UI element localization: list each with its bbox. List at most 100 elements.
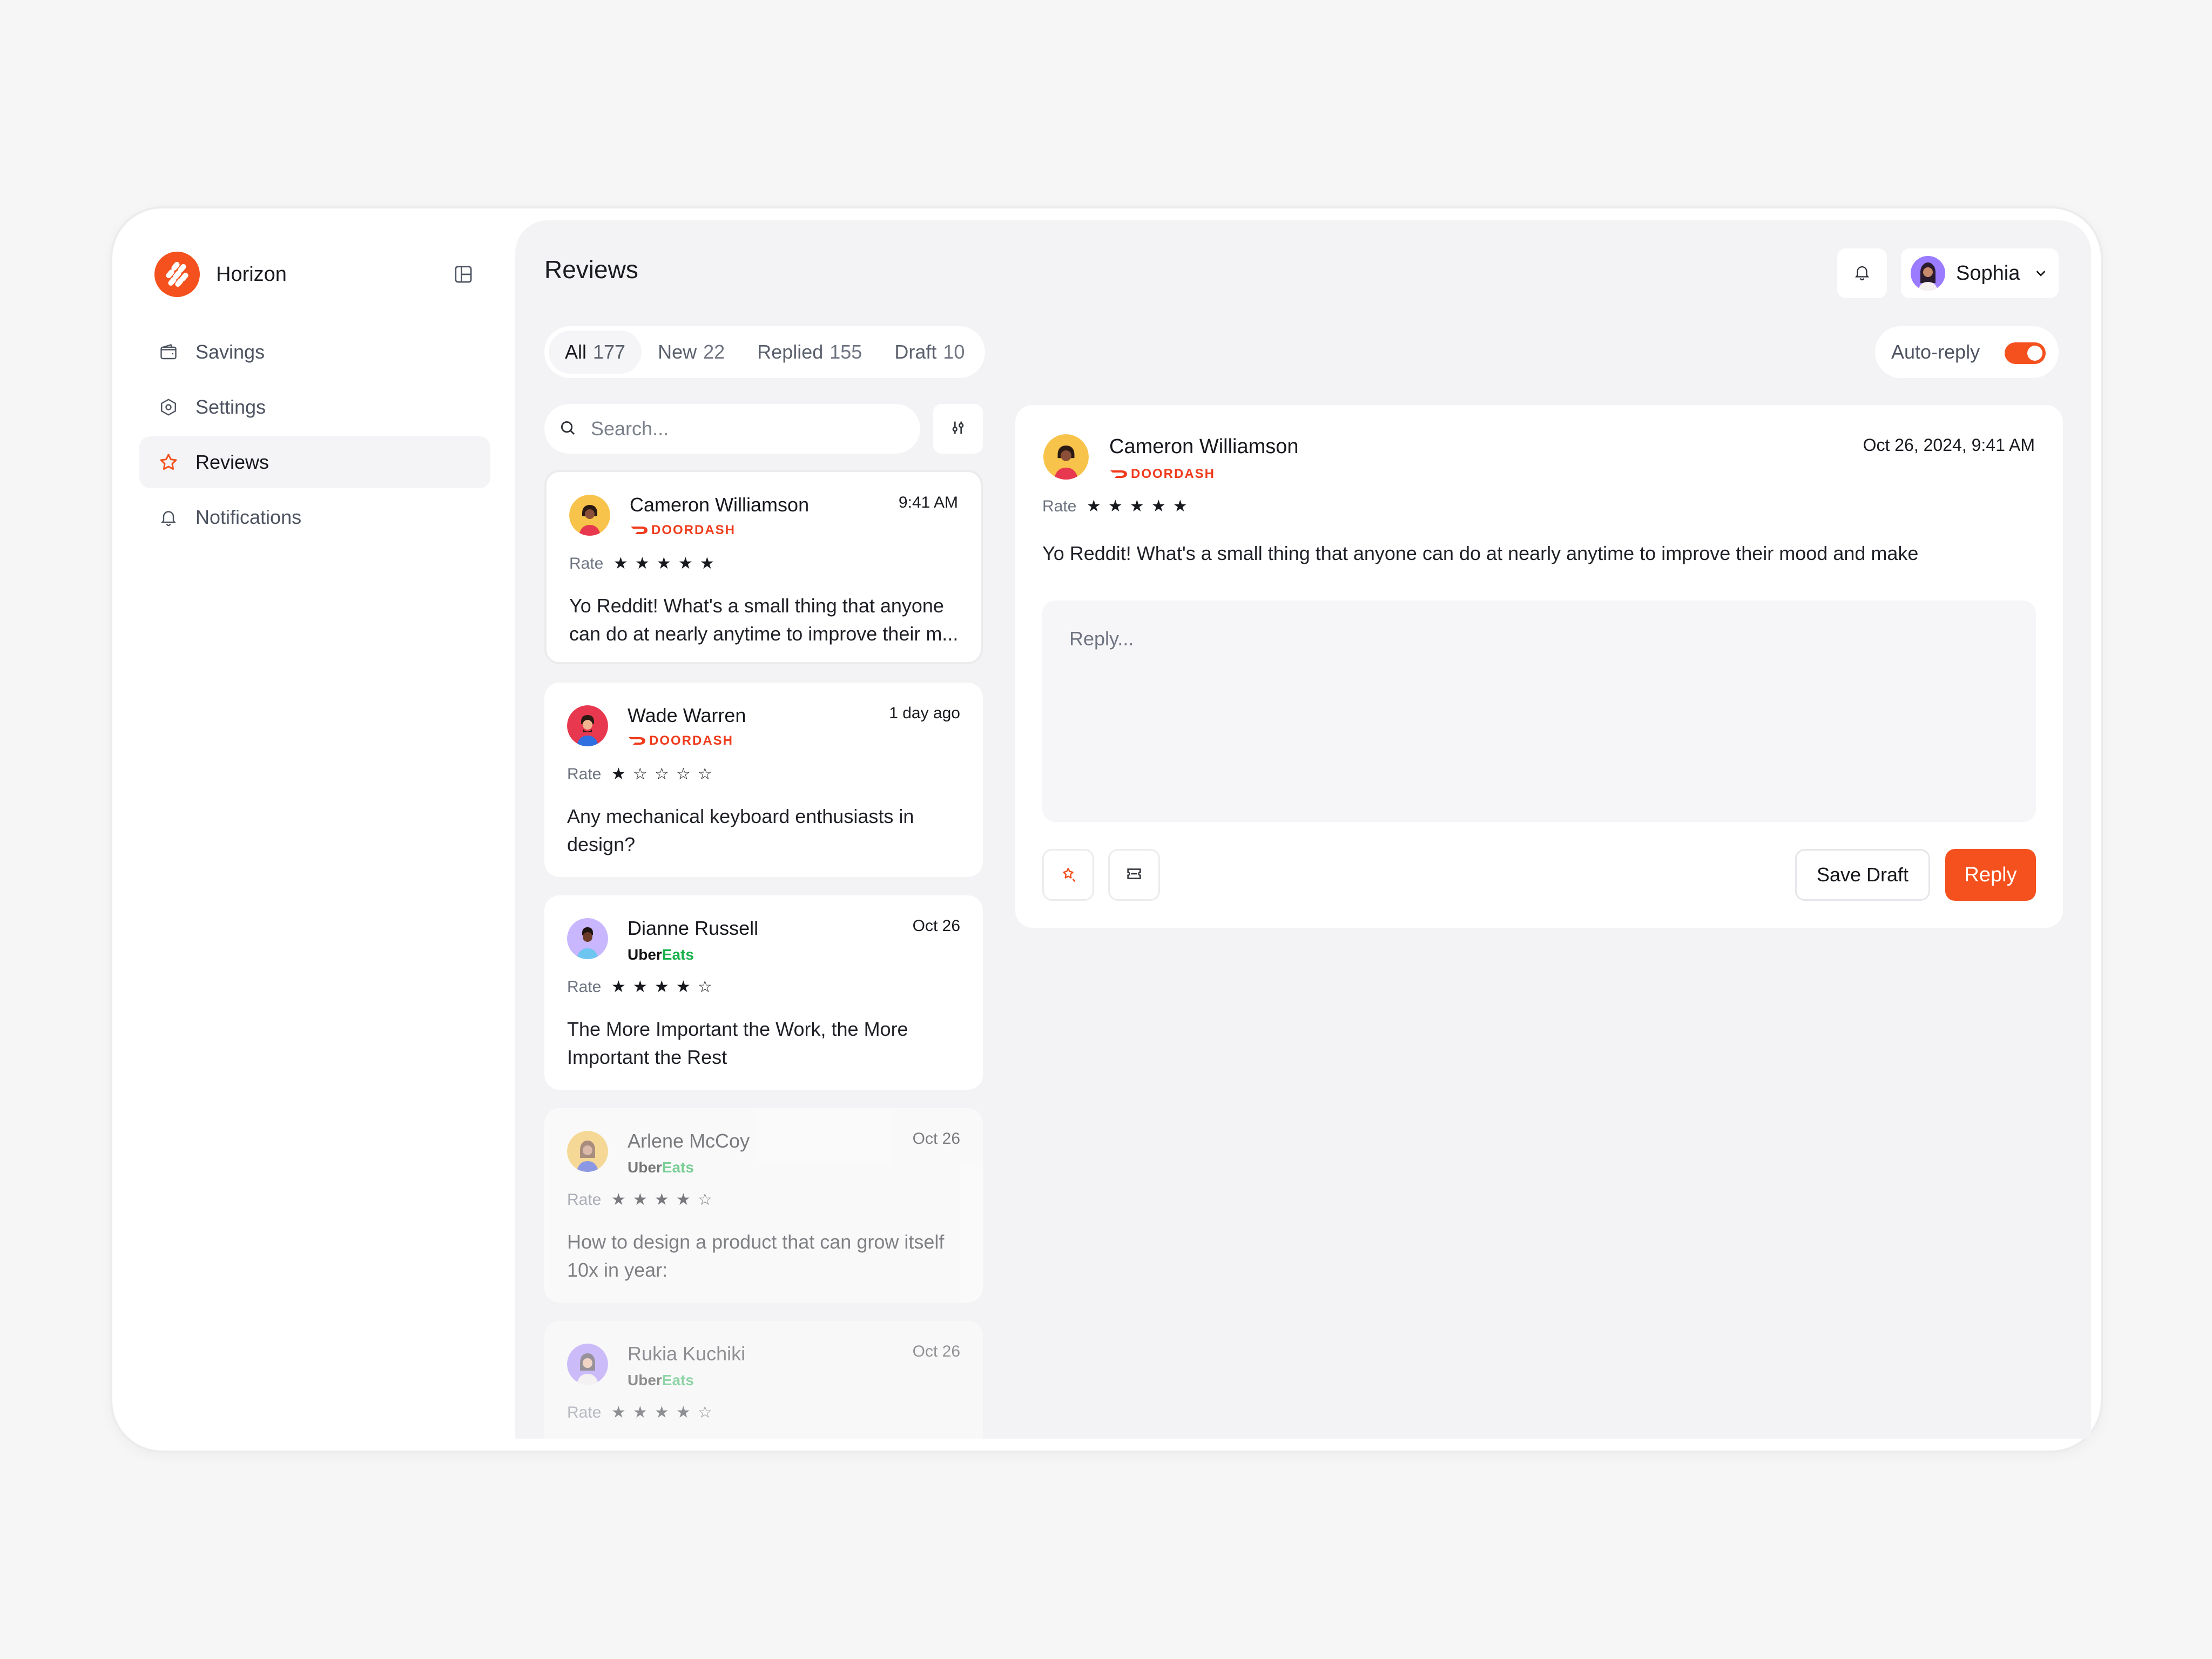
star-filled-icon: ★: [632, 1191, 648, 1209]
rating: Rate ★ ★ ★ ★ ★: [1042, 497, 1191, 516]
sidebar-item-reviews[interactable]: Reviews: [139, 436, 490, 488]
save-draft-button[interactable]: Save Draft: [1795, 849, 1930, 901]
tab-label: All: [565, 341, 587, 363]
reply-button[interactable]: Reply: [1945, 849, 2036, 901]
ai-generate-button[interactable]: [1042, 849, 1094, 901]
star-empty-icon: ☆: [697, 1404, 712, 1421]
tab-label: Draft: [894, 341, 937, 363]
search-bar: [544, 404, 920, 454]
review-card[interactable]: Arlene McCoy UberEats Oct 26 Rate ★ ★ ★ ★ ☆ …: [544, 1108, 983, 1303]
star-filled-icon: ★: [1129, 497, 1144, 515]
sidebar-item-notifications[interactable]: Notifications: [139, 491, 490, 543]
reviewer-name: Wade Warren: [628, 704, 746, 726]
eats-label: Eats: [662, 1159, 694, 1176]
review-text: Yo Reddit! What's a small thing that any…: [1042, 542, 1919, 564]
star-filled-icon: ★: [676, 1404, 691, 1421]
source-label: DOORDASH: [649, 733, 734, 748]
tab-label: New: [658, 341, 697, 363]
doordash-logo: DOORDASH: [628, 733, 733, 748]
rate-label: Rate: [1042, 497, 1077, 515]
avatar: [569, 495, 610, 536]
tab-draft[interactable]: Draft 10: [878, 331, 981, 374]
doordash-icon: [1110, 470, 1127, 478]
notifications-button[interactable]: [1837, 248, 1887, 298]
sidebar-item-label: Notifications: [195, 506, 302, 528]
sidebar-item-label: Reviews: [195, 451, 269, 473]
star-filled-icon: ★: [632, 978, 648, 996]
avatar: [1911, 256, 1945, 291]
star-icon: [158, 451, 179, 473]
star-empty-icon: ☆: [654, 765, 669, 783]
search-input[interactable]: [591, 417, 893, 440]
uber-label: Uber: [628, 1159, 662, 1176]
reviewer-name: Rukia Kuchiki: [628, 1343, 746, 1365]
reviewer-name: Dianne Russell: [628, 917, 759, 939]
auto-reply-control: Auto-reply: [1875, 326, 2059, 378]
star-filled-icon: ★: [613, 555, 628, 572]
chevron-down-icon: [2033, 265, 2049, 281]
source-label: DOORDASH: [1131, 467, 1216, 481]
star-filled-icon: ★: [678, 555, 693, 572]
tab-new[interactable]: New 22: [642, 331, 741, 374]
auto-reply-toggle[interactable]: [2005, 342, 2046, 364]
star-filled-icon: ★: [676, 978, 691, 996]
toggle-knob: [2027, 346, 2042, 361]
sidebar-item-savings[interactable]: Savings: [139, 326, 490, 378]
star-filled-icon: ★: [654, 978, 669, 996]
review-text: How to design a product that can grow it…: [567, 1231, 945, 1281]
star-filled-icon: ★: [654, 1404, 669, 1421]
rate-label: Rate: [567, 1190, 602, 1209]
star-filled-icon: ★: [1151, 497, 1166, 515]
filter-button[interactable]: [933, 404, 983, 454]
star-filled-icon: ★: [611, 765, 626, 783]
ticket-icon: [1125, 865, 1143, 886]
review-tabs: All 177 New 22 Replied 155 Draft 10: [544, 326, 986, 378]
reviewer-name: Arlene McCoy: [628, 1130, 750, 1152]
star-empty-icon: ☆: [697, 765, 712, 783]
review-card[interactable]: Dianne Russell UberEats Oct 26 Rate ★ ★ ★ ★…: [544, 895, 983, 1090]
rating: Rate ★ ★ ★ ★ ☆: [567, 1190, 716, 1209]
review-card[interactable]: Cameron Williamson DOORDASH 9:41 AM Rate…: [544, 470, 983, 664]
review-card[interactable]: Wade Warren DOORDASH 1 day ago Rate ★ ☆ ☆ ☆…: [544, 683, 983, 877]
avatar: [567, 705, 608, 746]
sliders-icon: [949, 419, 967, 440]
star-filled-icon: ★: [1172, 497, 1188, 515]
star-filled-icon: ★: [699, 555, 714, 572]
avatar: [1043, 434, 1089, 480]
ubereats-logo: UberEats: [628, 1372, 694, 1389]
sparkle-icon: [1059, 865, 1077, 886]
doordash-logo: DOORDASH: [1109, 467, 1215, 482]
star-empty-icon: ☆: [676, 765, 691, 783]
uber-label: Uber: [628, 1372, 662, 1388]
bell-icon: [158, 507, 179, 528]
rating: Rate ★ ★ ★ ★ ★: [569, 554, 718, 573]
doordash-logo: DOORDASH: [630, 523, 736, 538]
rating: Rate ★ ☆ ☆ ☆ ☆: [567, 765, 716, 784]
star-filled-icon: ★: [656, 555, 671, 572]
rating: Rate ★ ★ ★ ★ ☆: [567, 1403, 716, 1422]
user-menu-button[interactable]: Sophia: [1901, 248, 2059, 298]
star-empty-icon: ☆: [697, 978, 712, 996]
tab-count: 177: [593, 341, 626, 363]
star-filled-icon: ★: [611, 1191, 626, 1209]
eats-label: Eats: [662, 946, 694, 963]
tab-replied[interactable]: Replied 155: [741, 331, 878, 374]
star-filled-icon: ★: [632, 1404, 648, 1421]
template-button[interactable]: [1108, 849, 1160, 901]
gear-icon: [158, 396, 179, 418]
star-filled-icon: ★: [611, 978, 626, 996]
rating: Rate ★ ★ ★ ★ ☆: [567, 977, 716, 996]
sidebar-item-settings[interactable]: Settings: [139, 381, 490, 433]
rate-label: Rate: [567, 1403, 602, 1421]
tab-count: 22: [703, 341, 725, 363]
reply-input[interactable]: [1069, 628, 2009, 795]
tab-count: 155: [830, 341, 862, 363]
star-filled-icon: ★: [635, 555, 650, 572]
review-text: The More Important the Work, the More Im…: [567, 1018, 908, 1068]
star-filled-icon: ★: [676, 1191, 691, 1209]
sidebar-toggle-icon[interactable]: [453, 264, 474, 285]
main-panel: Reviews Sophia All 177 New 22 Replied 155 D…: [515, 220, 2091, 1439]
review-card[interactable]: Rukia Kuchiki UberEats Oct 26 Rate ★ ★ ★ ★ ☆: [544, 1321, 983, 1439]
tab-all[interactable]: All 177: [549, 331, 642, 374]
brand: Horizon: [154, 241, 287, 308]
